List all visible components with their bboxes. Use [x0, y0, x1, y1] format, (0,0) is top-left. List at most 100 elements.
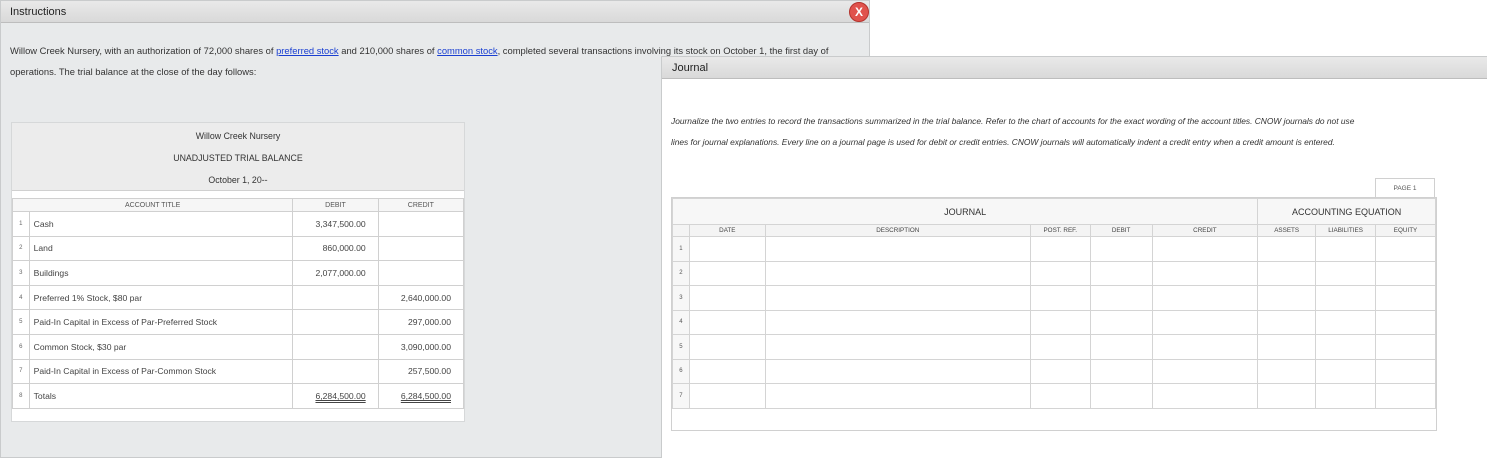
account-title: Land: [28, 235, 294, 262]
debit-cell[interactable]: [1089, 236, 1153, 262]
equity-cell[interactable]: [1375, 383, 1436, 409]
account-title: Cash: [28, 211, 294, 237]
trial-balance-table: ACCOUNT TITLE DEBIT CREDIT 1 Cash 3,347,…: [11, 198, 465, 409]
credit-cell[interactable]: [1151, 236, 1259, 262]
company-name: Willow Creek Nursery: [195, 131, 281, 141]
post-ref-cell[interactable]: [1029, 358, 1091, 384]
date-cell[interactable]: [688, 309, 766, 335]
credit-cell[interactable]: [1151, 309, 1259, 335]
trial-balance-title: UNADJUSTED TRIAL BALANCE: [173, 153, 303, 163]
liabilities-cell[interactable]: [1315, 334, 1377, 360]
debit-amount: [292, 309, 379, 335]
debit-cell[interactable]: [1089, 309, 1153, 335]
column-header-assets: ASSETS: [1257, 224, 1317, 237]
credit-cell[interactable]: [1151, 260, 1259, 286]
description-cell[interactable]: [764, 383, 1031, 409]
intro-text-1: Willow Creek Nursery, with an authorizat…: [10, 45, 277, 56]
column-header-description: DESCRIPTION: [764, 224, 1031, 237]
page-tab[interactable]: PAGE 1: [1375, 178, 1435, 198]
liabilities-cell[interactable]: [1315, 260, 1377, 286]
common-stock-link[interactable]: common stock: [437, 45, 497, 56]
row-number: 4: [672, 309, 690, 335]
assets-cell[interactable]: [1257, 236, 1317, 262]
equity-cell[interactable]: [1375, 260, 1436, 286]
assets-cell[interactable]: [1257, 260, 1317, 286]
journal-row: 2: [672, 260, 1436, 286]
credit-amount: 2,640,000.00: [377, 284, 465, 311]
journal-window: Journal Journalize the two entries to re…: [661, 56, 1487, 458]
column-header-credit: CREDIT: [377, 198, 465, 212]
journal-panel: JOURNAL ACCOUNTING EQUATION DATE DESCRIP…: [671, 197, 1437, 431]
assets-cell[interactable]: [1257, 383, 1317, 409]
assets-cell[interactable]: [1257, 285, 1317, 311]
credit-cell[interactable]: [1151, 285, 1259, 311]
description-cell[interactable]: [764, 236, 1031, 262]
debit-cell[interactable]: [1089, 383, 1153, 409]
journal-header: JOURNAL: [671, 198, 1259, 225]
row-number: 7: [672, 383, 690, 409]
equity-cell[interactable]: [1375, 236, 1436, 262]
table-row: 1 Cash 3,347,500.00: [12, 211, 465, 237]
column-header-liabilities: LIABILITIES: [1315, 224, 1377, 237]
liabilities-cell[interactable]: [1315, 383, 1377, 409]
debit-cell[interactable]: [1089, 334, 1153, 360]
liabilities-cell[interactable]: [1315, 236, 1377, 262]
accounting-equation-header: ACCOUNTING EQUATION: [1257, 198, 1436, 225]
credit-amount: [377, 235, 465, 262]
date-cell[interactable]: [688, 358, 766, 384]
date-cell[interactable]: [688, 260, 766, 286]
description-cell[interactable]: [764, 260, 1031, 286]
credit-cell[interactable]: [1151, 334, 1259, 360]
table-row: 7 Paid-In Capital in Excess of Par-Commo…: [12, 358, 465, 385]
assets-cell[interactable]: [1257, 309, 1317, 335]
post-ref-cell[interactable]: [1029, 236, 1091, 262]
debit-total: 6,284,500.00: [292, 383, 379, 409]
date-cell[interactable]: [688, 285, 766, 311]
journal-instructions: Journalize the two entries to record the…: [671, 111, 1487, 153]
credit-cell[interactable]: [1151, 358, 1259, 384]
row-number: 3: [12, 260, 30, 286]
post-ref-cell[interactable]: [1029, 383, 1091, 409]
close-button[interactable]: X: [849, 2, 869, 22]
equity-cell[interactable]: [1375, 358, 1436, 384]
date-cell[interactable]: [688, 334, 766, 360]
credit-cell[interactable]: [1151, 383, 1259, 409]
column-header-post-ref: POST. REF.: [1029, 224, 1091, 237]
assets-cell[interactable]: [1257, 358, 1317, 384]
debit-cell[interactable]: [1089, 285, 1153, 311]
liabilities-cell[interactable]: [1315, 309, 1377, 335]
post-ref-cell[interactable]: [1029, 285, 1091, 311]
equity-cell[interactable]: [1375, 285, 1436, 311]
journal-table: JOURNAL ACCOUNTING EQUATION DATE DESCRIP…: [671, 198, 1436, 409]
credit-amount: 257,500.00: [377, 358, 465, 385]
credit-total: 6,284,500.00: [377, 383, 465, 409]
debit-cell[interactable]: [1089, 358, 1153, 384]
journal-title: Journal: [672, 62, 709, 74]
equity-cell[interactable]: [1375, 334, 1436, 360]
assets-cell[interactable]: [1257, 334, 1317, 360]
date-cell[interactable]: [688, 236, 766, 262]
description-cell[interactable]: [764, 358, 1031, 384]
description-cell[interactable]: [764, 334, 1031, 360]
debit-cell[interactable]: [1089, 260, 1153, 286]
account-title: Buildings: [28, 260, 294, 286]
post-ref-cell[interactable]: [1029, 334, 1091, 360]
equity-cell[interactable]: [1375, 309, 1436, 335]
preferred-stock-link[interactable]: preferred stock: [276, 45, 339, 56]
post-ref-cell[interactable]: [1029, 309, 1091, 335]
row-number: 6: [672, 358, 690, 384]
date-cell[interactable]: [688, 383, 766, 409]
row-number-header: [672, 224, 690, 237]
liabilities-cell[interactable]: [1315, 285, 1377, 311]
journal-row: 4: [672, 309, 1436, 335]
intro-text-2: and 210,000 shares of: [338, 45, 438, 56]
description-cell[interactable]: [764, 309, 1031, 335]
credit-amount: [377, 211, 465, 237]
journal-titlebar: Journal: [662, 57, 1487, 79]
trial-balance-header: Willow Creek Nursery UNADJUSTED TRIAL BA…: [12, 123, 464, 191]
description-cell[interactable]: [764, 285, 1031, 311]
debit-amount: [292, 284, 379, 311]
liabilities-cell[interactable]: [1315, 358, 1377, 384]
post-ref-cell[interactable]: [1029, 260, 1091, 286]
journal-row: 3: [672, 285, 1436, 311]
